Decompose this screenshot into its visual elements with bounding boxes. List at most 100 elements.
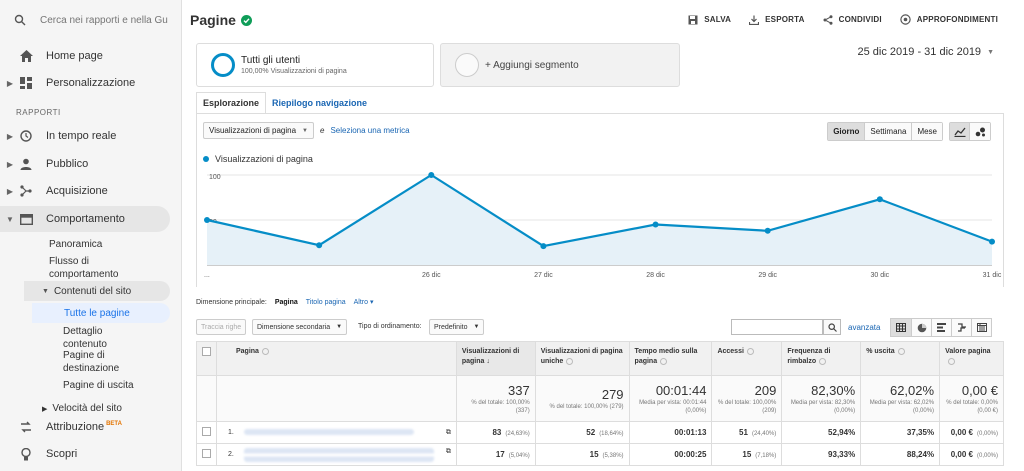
add-segment-button[interactable]: + Aggiungi segmento <box>440 43 680 87</box>
sidebar-leaf-all-pages[interactable]: Tutte le pagine <box>32 303 170 323</box>
dimension-more-link[interactable]: Altro ▾ <box>354 298 374 306</box>
col-header-pageviews[interactable]: Visualizzazioni di pagina ↓ <box>455 341 536 376</box>
sidebar-item-label: Pubblico <box>46 158 89 170</box>
table-header-row: Pagina Visualizzazioni di pagina ↓ Visua… <box>196 341 1004 376</box>
sidebar-sub-overview[interactable]: Panoramica <box>49 238 102 251</box>
row-checkbox[interactable] <box>202 449 211 458</box>
data-point <box>652 221 659 228</box>
select-all-checkbox[interactable] <box>202 347 211 356</box>
share-label: CONDIVIDI <box>838 15 882 24</box>
sidebar-item-audience[interactable]: ▶ Pubblico <box>0 151 182 177</box>
col-header-unique-pageviews[interactable]: Visualizzazioni di pagina uniche <box>534 341 630 376</box>
row-pageviews: 83 <box>492 428 502 437</box>
help-icon[interactable] <box>948 357 956 365</box>
segment-all-users[interactable]: Tutti gli utenti 100,00% Visualizzazioni… <box>196 43 434 87</box>
dimension-page-title-link[interactable]: Titolo pagina <box>306 299 346 306</box>
performance-view-button[interactable] <box>931 319 951 336</box>
date-range-picker[interactable]: 25 dic 2019 - 31 dic 2019 ▼ <box>858 46 994 58</box>
col-header-avg-time[interactable]: Tempo medio sulla pagina <box>628 341 713 376</box>
month-button[interactable]: Mese <box>911 123 942 140</box>
metric-dropdown[interactable]: Visualizzazioni di pagina ▼ <box>203 122 314 139</box>
total-pageviews: 337 <box>508 382 530 398</box>
page-title: Pagine <box>190 12 252 28</box>
total-exit: 62,02% <box>889 382 935 398</box>
chevron-down-icon: ▼ <box>336 324 343 330</box>
chart-legend: Visualizzazioni di pagina <box>203 154 313 164</box>
row-bounce: 52,94% <box>828 428 856 437</box>
sidebar-item-attribution[interactable]: Attribuzione BETA <box>0 414 182 440</box>
help-icon[interactable] <box>566 357 574 365</box>
pivot-view-button[interactable] <box>971 319 991 336</box>
col-header-entrances[interactable]: Accessi <box>711 341 783 376</box>
row-checkbox[interactable] <box>202 427 211 436</box>
external-link-icon[interactable]: ⧉ <box>446 448 451 456</box>
insights-button[interactable]: APPROFONDIMENTI <box>900 14 998 25</box>
sidebar-leaf-exit-pages[interactable]: Pagine di uscita <box>63 379 134 392</box>
reports-section-label: RAPPORTI <box>16 108 61 117</box>
metric-dropdown-value: Visualizzazioni di pagina <box>209 126 297 135</box>
sidebar-item-realtime[interactable]: ▶ In tempo reale <box>0 123 182 149</box>
col-header-page[interactable]: Pagina <box>216 341 457 376</box>
redacted-page-path[interactable] <box>243 428 414 435</box>
sidebar-leaf-landing-pages[interactable]: Pagine di destinazione <box>63 349 143 375</box>
sidebar-item-acquisition[interactable]: ▶ Acquisizione <box>0 178 182 204</box>
table-search-button[interactable] <box>823 319 841 335</box>
col-header-bounce-rate[interactable]: Frequenza di rimbalzo <box>781 341 862 376</box>
week-button[interactable]: Settimana <box>864 123 912 140</box>
help-icon[interactable] <box>897 347 905 355</box>
dimension-page[interactable]: Pagina <box>275 299 298 306</box>
sidebar-item-label: Scopri <box>46 448 78 460</box>
sidebar-item-discover[interactable]: Scopri <box>0 441 182 467</box>
segment-color-icon <box>211 53 235 77</box>
sidebar-leaf-content-drilldown[interactable]: Dettaglio contenuto <box>63 325 143 351</box>
sidebar-sub-flow[interactable]: Flusso di comportamento <box>49 255 139 281</box>
table-search-input[interactable] <box>731 319 823 335</box>
share-button[interactable]: CONDIVIDI <box>823 14 882 25</box>
main-content: Pagine SALVA ESPORTA CONDIVIDI APPROFOND… <box>182 0 1012 471</box>
x-tick-label: 30 dic <box>871 272 890 279</box>
row-unique: 15 <box>589 450 599 459</box>
plot-rows-button[interactable]: Traccia righe <box>196 319 247 335</box>
select-metric-link[interactable]: Seleziona una metrica <box>330 126 409 135</box>
export-label: ESPORTA <box>765 15 805 24</box>
tab-explorer[interactable]: Esplorazione <box>196 92 267 114</box>
line-chart-button[interactable] <box>950 123 970 140</box>
advanced-filter-link[interactable]: avanzata <box>848 323 880 332</box>
row-exit: 88,24% <box>906 450 935 459</box>
table-controls: Traccia righe Dimensione secondaria ▼ Ti… <box>196 317 1004 337</box>
redacted-page-path[interactable] <box>243 447 434 462</box>
sidebar-sub-site-content[interactable]: ▼ Contenuti del sito <box>24 281 170 301</box>
comparison-view-button[interactable] <box>951 319 971 336</box>
help-icon[interactable] <box>819 357 827 365</box>
table-row[interactable]: 1. ⧉ 83 (24,63%) 52 (18,64%) 00:01:13 51 (24… <box>196 421 1004 444</box>
sidebar-item-customization[interactable]: ▶ Personalizzazione <box>0 70 182 96</box>
external-link-icon[interactable]: ⧉ <box>446 429 451 437</box>
sidebar-item-behavior[interactable]: ▼ Comportamento <box>0 206 170 232</box>
secondary-dimension-dropdown[interactable]: Dimensione secondaria ▼ <box>252 319 348 335</box>
help-icon[interactable] <box>261 347 269 355</box>
total-bounce: 82,30% <box>811 382 856 398</box>
table-row[interactable]: 2. ⧉ 17 (5,04%) 15 (5,38%) 00:00:25 15 (7,18… <box>196 443 1004 466</box>
total-bounce-sub: Media per vista: 82,30% (0,00%) <box>790 399 856 414</box>
sort-type-dropdown[interactable]: Predefinito ▼ <box>429 319 485 335</box>
pie-view-button[interactable] <box>911 319 931 336</box>
data-point <box>204 217 210 223</box>
save-icon <box>688 15 698 24</box>
day-button[interactable]: Giorno <box>828 123 865 140</box>
help-icon[interactable] <box>746 347 754 355</box>
export-button[interactable]: ESPORTA <box>749 14 804 25</box>
sidebar-item-home[interactable]: Home page <box>0 43 182 69</box>
row-index: 2. <box>228 451 234 459</box>
save-button[interactable]: SALVA <box>688 14 731 25</box>
help-icon[interactable] <box>660 357 668 365</box>
row-exit: 37,35% <box>906 428 935 437</box>
col-header-page-value[interactable]: Valore pagina <box>939 341 1004 376</box>
data-view-button[interactable] <box>891 319 911 336</box>
motion-chart-button[interactable] <box>970 123 990 140</box>
legend-dot <box>203 156 209 162</box>
col-header-exit-pct[interactable]: % uscita <box>860 341 941 376</box>
row-entrances-pct: (7,18%) <box>755 453 777 459</box>
sidebar-search[interactable]: Cerca nei rapporti e nella Gu <box>0 0 182 40</box>
sidebar-item-label: Home page <box>46 50 103 62</box>
tab-navigation-summary[interactable]: Riepilogo navigazione <box>266 92 373 114</box>
